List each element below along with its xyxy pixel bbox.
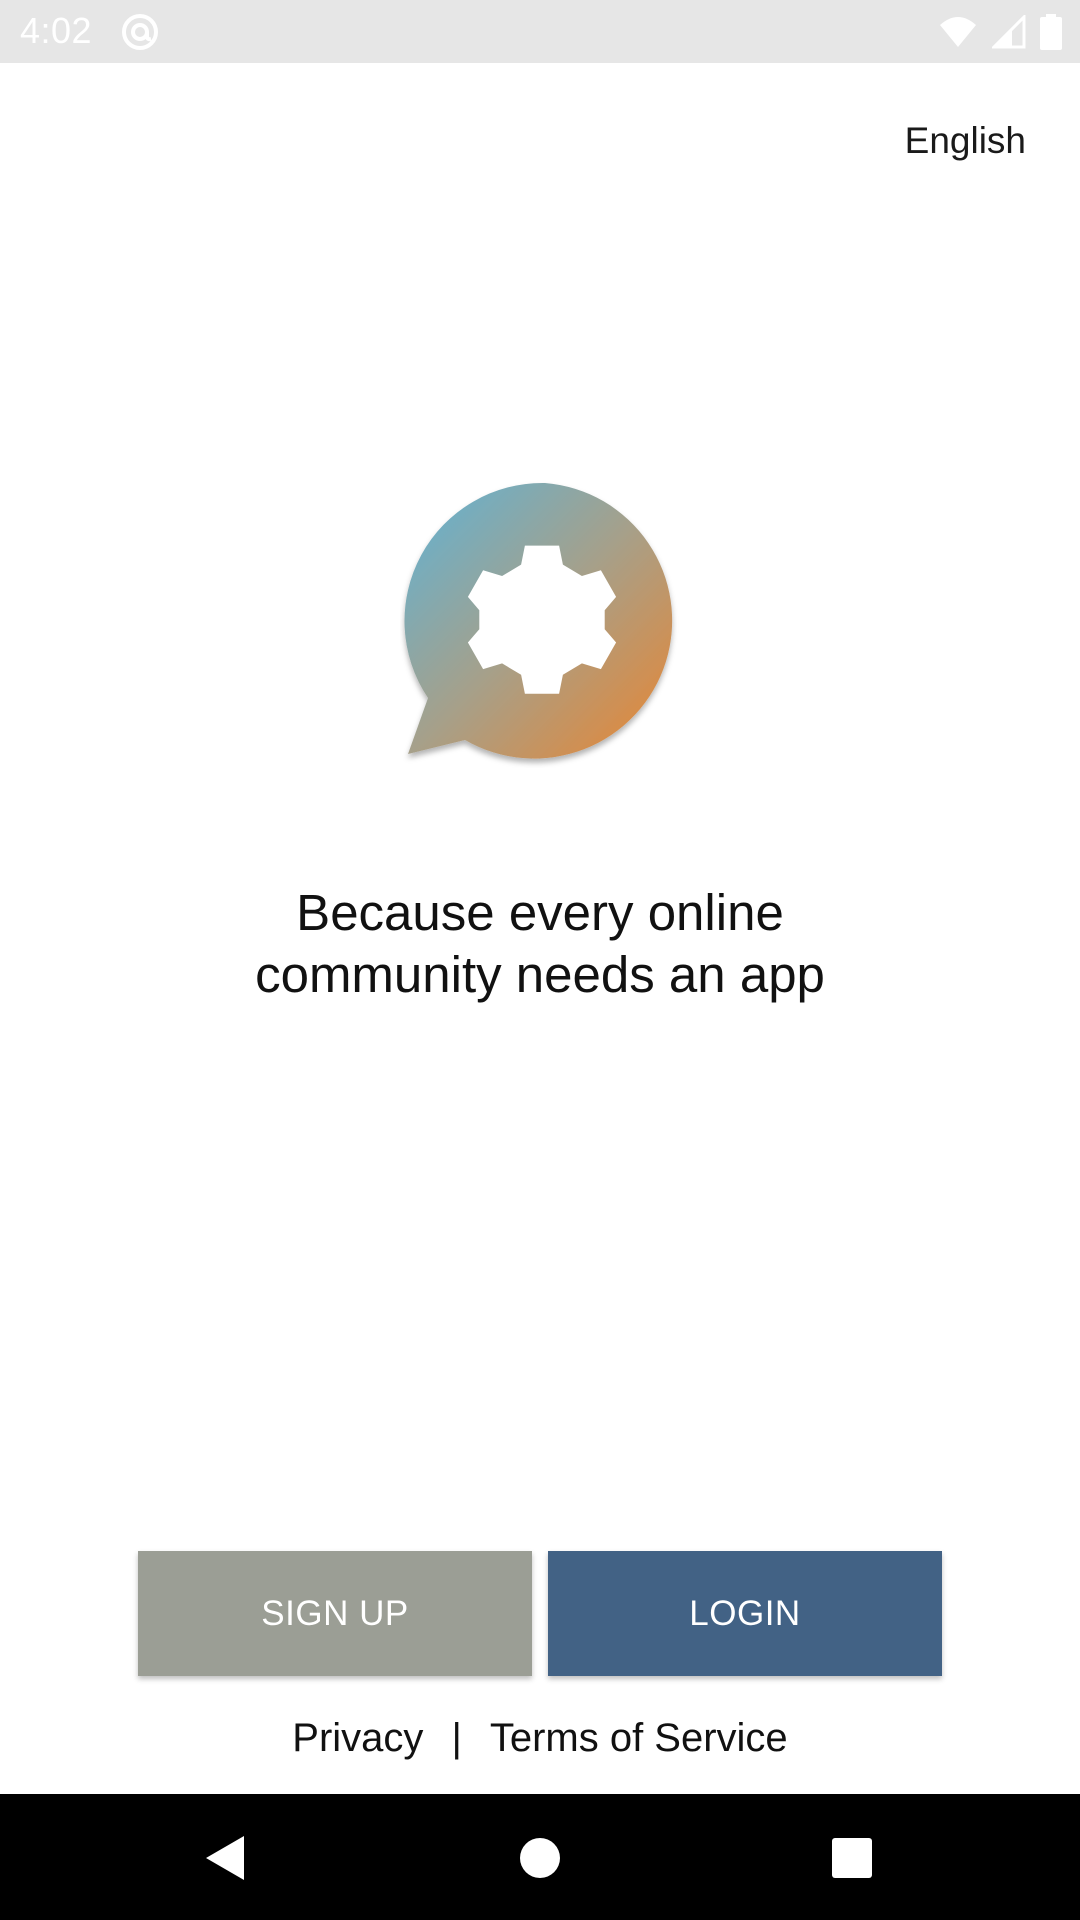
- at-sign-icon: [122, 14, 158, 50]
- privacy-link[interactable]: Privacy: [292, 1716, 423, 1761]
- tagline: Because every online community needs an …: [140, 882, 940, 1006]
- home-icon[interactable]: [512, 1830, 568, 1886]
- chat-bubble-gear-logo: [404, 482, 673, 759]
- login-button[interactable]: LOGIN: [548, 1551, 942, 1676]
- language-selector[interactable]: English: [905, 120, 1026, 162]
- terms-of-service-link[interactable]: Terms of Service: [490, 1716, 788, 1761]
- sign-up-button[interactable]: SIGN UP: [138, 1551, 532, 1676]
- status-icons: [938, 12, 1062, 52]
- back-icon[interactable]: [198, 1830, 254, 1886]
- battery-icon: [1040, 14, 1062, 50]
- status-bar: 4:02: [0, 0, 1080, 63]
- wifi-icon: [940, 17, 976, 47]
- status-time: 4:02: [20, 10, 93, 51]
- tagline-line-1: Because every online: [296, 884, 784, 941]
- recents-icon[interactable]: [824, 1830, 880, 1886]
- screen: 4:02 English Because every online commun…: [0, 0, 1080, 1920]
- tagline-line-2: community needs an app: [255, 946, 825, 1003]
- footer-links: Privacy | Terms of Service: [0, 1716, 1080, 1761]
- footer-separator: |: [451, 1716, 462, 1760]
- navigation-bar: [0, 1794, 1080, 1920]
- cellular-signal-icon: [992, 15, 1026, 49]
